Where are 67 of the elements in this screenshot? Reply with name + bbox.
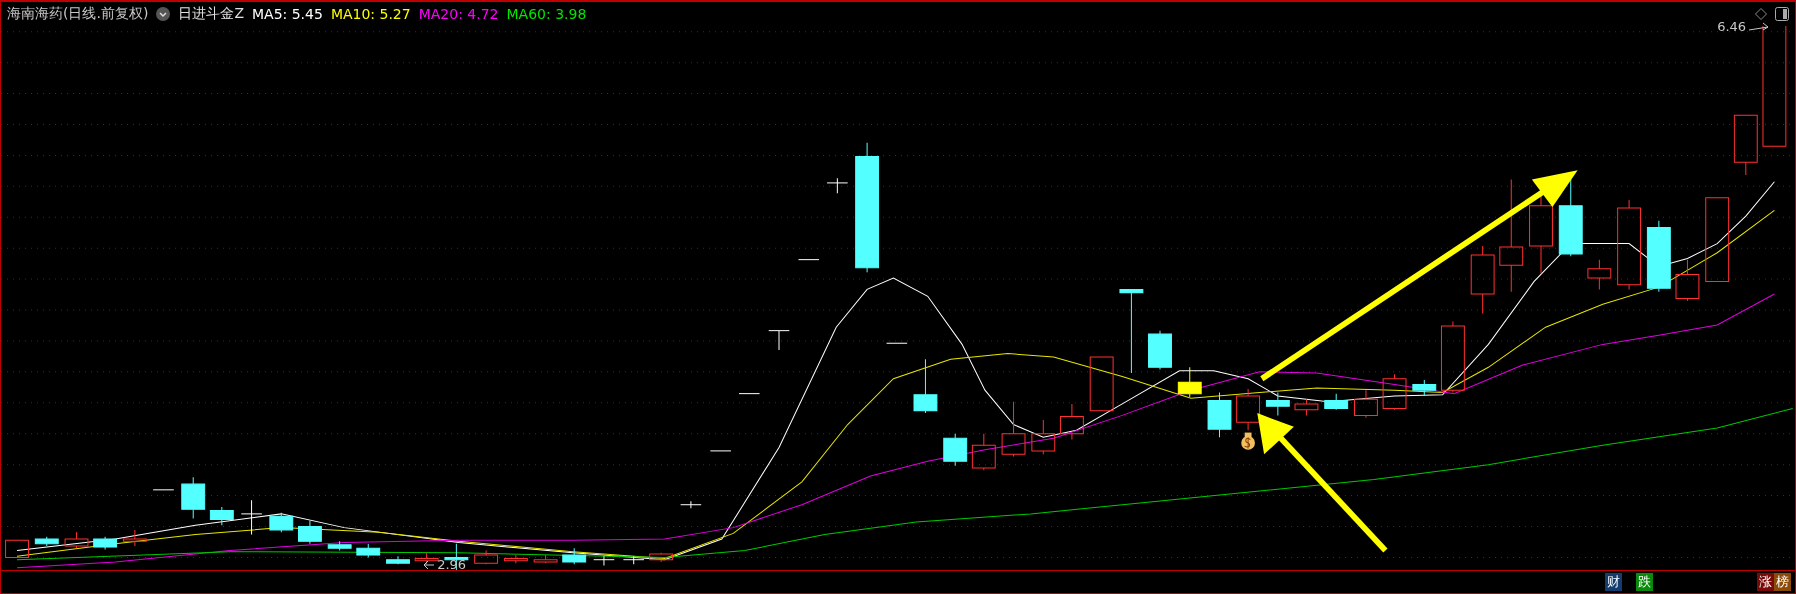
candlestick (1675, 259, 1700, 302)
candlestick (1177, 366, 1202, 398)
candlestick (886, 342, 908, 344)
candlestick (1207, 392, 1232, 438)
candlestick (181, 476, 206, 519)
candlestick (797, 259, 820, 261)
stock-title: 海南海药(日线.前复权) (7, 5, 149, 23)
candlestick (122, 529, 147, 547)
panel-toggle-icon[interactable] (1775, 7, 1789, 21)
candlestick (414, 552, 439, 565)
candlestick (34, 536, 59, 547)
indicator-value: MA5: 5.45 (251, 6, 323, 22)
candlestick (768, 330, 790, 351)
candlestick (1587, 259, 1612, 290)
candlestick (297, 520, 322, 545)
candlestick (1440, 321, 1465, 393)
candlestick (1089, 356, 1114, 412)
candlestick (1382, 373, 1407, 411)
candlestick (269, 512, 294, 533)
candlestick (1324, 393, 1349, 411)
candlestick (622, 555, 645, 565)
indicator-value: MA20: 4.72 (418, 6, 499, 22)
candlestick (1733, 114, 1758, 176)
candlestick (738, 393, 761, 395)
shortcut-tag[interactable]: 涨 (1757, 573, 1774, 591)
candlestick (649, 552, 674, 563)
candlestick (5, 539, 29, 558)
dropdown-icon[interactable] (156, 7, 171, 21)
candlestick (356, 543, 381, 558)
candlestick (503, 554, 528, 564)
candlestick (1059, 403, 1084, 440)
candlestick (1294, 398, 1319, 416)
indicator-value: MA60: 3.98 (506, 6, 587, 22)
candlestick (386, 555, 410, 565)
price-label: 6.46 (1717, 19, 1747, 35)
candlestick (1265, 392, 1290, 416)
indicator-value: MA10: 5.27 (330, 6, 411, 22)
candlestick (943, 433, 968, 467)
candlestick (533, 554, 558, 564)
shortcut-tag[interactable]: 跌 (1636, 573, 1653, 591)
candlestick (64, 531, 89, 549)
candlestick (913, 358, 938, 414)
candlestick (593, 555, 615, 566)
candlestick (93, 536, 118, 550)
candlestick (1031, 419, 1056, 455)
candlestick (1148, 330, 1172, 371)
candlestick (562, 547, 587, 565)
candlestick (709, 450, 732, 452)
candlestick (971, 433, 996, 471)
candlestick (1001, 401, 1026, 458)
formula-name: 日进斗金Z (178, 5, 244, 23)
shortcut-tag[interactable]: 财 (1605, 573, 1622, 591)
shortcut-tag[interactable]: 榜 (1774, 573, 1791, 591)
candlestick (680, 500, 702, 509)
candlestick (152, 489, 175, 491)
candlestick (1236, 388, 1261, 431)
candlestick (1470, 245, 1495, 314)
candlestick (1354, 389, 1378, 419)
candlestick (327, 540, 352, 552)
arrow-icon (1748, 21, 1771, 32)
money-bag-icon (1241, 432, 1255, 450)
candlestick (209, 506, 234, 526)
candlestick (1412, 379, 1437, 397)
candlestick (240, 499, 263, 535)
arrow-icon (423, 559, 436, 570)
candlestick (826, 177, 849, 194)
candlestick (474, 550, 499, 565)
